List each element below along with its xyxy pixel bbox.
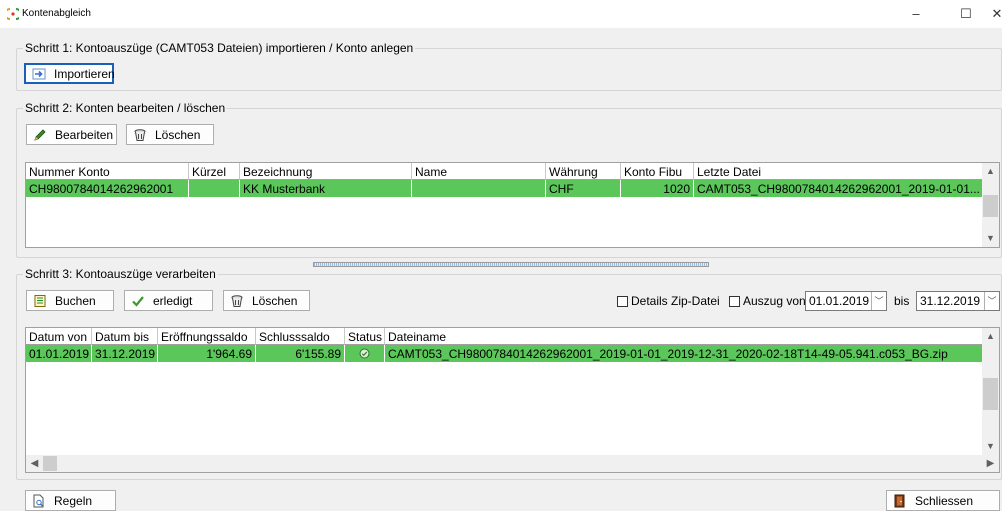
column-header-eroeffnungssaldo[interactable]: Eröffnungssaldo [158, 328, 256, 345]
auszug-von-checkbox[interactable] [729, 296, 740, 307]
status-ok-icon [359, 347, 370, 361]
book-button[interactable]: Buchen [26, 290, 114, 311]
table-row[interactable]: 01.01.2019 31.12.2019 1'964.69 6'155.89 … [26, 345, 984, 362]
chevron-down-icon[interactable]: ﹀ [984, 292, 999, 310]
details-zip-label: Details Zip-Datei [631, 294, 720, 308]
scroll-up-icon[interactable]: ▲ [982, 328, 999, 345]
scrollbar-thumb[interactable] [983, 378, 998, 410]
checkmark-icon [131, 294, 145, 308]
exit-door-icon [893, 494, 907, 508]
delete-statement-button[interactable]: Löschen [223, 290, 310, 311]
scroll-up-icon[interactable]: ▲ [982, 163, 999, 180]
step1-group: Schritt 1: Kontoauszüge (CAMT053 Dateien… [16, 41, 1002, 91]
book-button-label: Buchen [55, 293, 96, 308]
minimize-button[interactable]: – [905, 4, 927, 24]
cell-dateiname: CAMT053_CH9800784014262962001_2019-01-01… [388, 347, 948, 361]
delete-account-button-label: Löschen [155, 127, 201, 142]
cell-status [345, 345, 385, 362]
cell-letzte-datei: CAMT053_CH9800784014262962001_2019-01-01… [697, 182, 980, 196]
maximize-button[interactable]: ☐ [955, 4, 977, 24]
column-header-nummer-konto[interactable]: Nummer Konto [26, 163, 189, 180]
ledger-icon [33, 294, 47, 308]
cell-eroeffnungssaldo: 1'964.69 [158, 345, 256, 362]
auszug-von-label: Auszug von [743, 294, 806, 308]
statements-grid[interactable]: Datum von Datum bis Eröffnungssaldo Schl… [25, 327, 1000, 473]
step3-title: Schritt 3: Kontoauszüge verarbeiten [23, 267, 218, 281]
pencil-icon [33, 128, 47, 142]
trash-icon [133, 128, 147, 142]
cell-datum-von: 01.01.2019 [26, 345, 92, 362]
import-button[interactable]: Importieren [24, 63, 115, 84]
delete-statement-button-label: Löschen [252, 293, 298, 308]
close-button[interactable]: Schliessen [886, 490, 1000, 511]
delete-account-button[interactable]: Löschen [126, 124, 214, 145]
cell-name [412, 180, 546, 197]
statements-horizontal-scrollbar[interactable]: ◀ ▶ [26, 455, 999, 472]
edit-account-button-label: Bearbeiten [55, 127, 114, 142]
column-header-schlusssaldo[interactable]: Schlusssaldo [256, 328, 345, 345]
cell-konto-fibu: 1020 [621, 180, 694, 197]
app-logo-icon [4, 8, 22, 20]
step2-title: Schritt 2: Konten bearbeiten / löschen [23, 101, 228, 115]
title-bar: Kontenabgleich – ☐ ✕ [0, 0, 1002, 28]
close-button-label: Schliessen [915, 493, 974, 508]
cell-waehrung: CHF [546, 180, 621, 197]
table-row[interactable]: CH9800784014262962001 KK Musterbank CHF … [26, 180, 984, 197]
scroll-down-icon[interactable]: ▼ [982, 438, 999, 455]
accounts-grid[interactable]: Nummer Konto Kürzel Bezeichnung Name Wäh… [25, 162, 1000, 248]
column-header-datum-bis[interactable]: Datum bis [92, 328, 158, 345]
cell-datum-bis: 31.12.2019 [92, 345, 158, 362]
column-header-letzte-datei[interactable]: Letzte Datei [694, 163, 984, 180]
cell-nummer-konto: CH9800784014262962001 [26, 180, 189, 197]
date-from-value: 01.01.2019 [809, 294, 870, 308]
step1-title: Schritt 1: Kontoauszüge (CAMT053 Dateien… [23, 41, 416, 55]
cell-bezeichnung: KK Musterbank [240, 180, 412, 197]
import-button-label: Importieren [54, 66, 115, 81]
scrollbar-thumb[interactable] [983, 195, 998, 217]
cell-schlusssaldo: 6'155.89 [256, 345, 345, 362]
window-title: Kontenabgleich [22, 8, 91, 19]
edit-account-button[interactable]: Bearbeiten [26, 124, 117, 145]
statements-vertical-scrollbar[interactable]: ▲ ▼ [982, 328, 999, 455]
date-to-picker[interactable]: 31.12.2019 ﹀ [916, 291, 1000, 311]
column-header-name[interactable]: Name [412, 163, 546, 180]
column-header-waehrung[interactable]: Währung [546, 163, 621, 180]
panel-splitter[interactable] [313, 262, 709, 267]
rules-button-label: Regeln [54, 493, 93, 508]
date-to-value: 31.12.2019 [920, 294, 981, 308]
column-header-bezeichnung[interactable]: Bezeichnung [240, 163, 412, 180]
document-search-icon [32, 494, 46, 508]
mark-done-button[interactable]: erledigt [124, 290, 213, 311]
column-header-konto-fibu[interactable]: Konto Fibu [621, 163, 694, 180]
column-header-kuerzel[interactable]: Kürzel [189, 163, 240, 180]
close-window-button[interactable]: ✕ [990, 4, 1002, 24]
trash-icon [230, 294, 244, 308]
mark-done-button-label: erledigt [153, 293, 193, 308]
import-arrow-icon [32, 67, 46, 81]
accounts-vertical-scrollbar[interactable]: ▲ ▼ [982, 163, 999, 247]
scroll-left-icon[interactable]: ◀ [26, 455, 43, 472]
column-header-status[interactable]: Status [345, 328, 385, 345]
cell-kuerzel [189, 180, 240, 197]
chevron-down-icon[interactable]: ﹀ [871, 292, 886, 310]
column-header-dateiname[interactable]: Dateiname [385, 328, 984, 345]
scrollbar-thumb[interactable] [43, 456, 57, 471]
rules-button[interactable]: Regeln [25, 490, 116, 511]
bis-label: bis [894, 294, 910, 308]
details-zip-checkbox[interactable] [617, 296, 628, 307]
scroll-right-icon[interactable]: ▶ [982, 455, 999, 472]
date-from-picker[interactable]: 01.01.2019 ﹀ [805, 291, 887, 311]
scroll-down-icon[interactable]: ▼ [982, 230, 999, 247]
column-header-datum-von[interactable]: Datum von [26, 328, 92, 345]
